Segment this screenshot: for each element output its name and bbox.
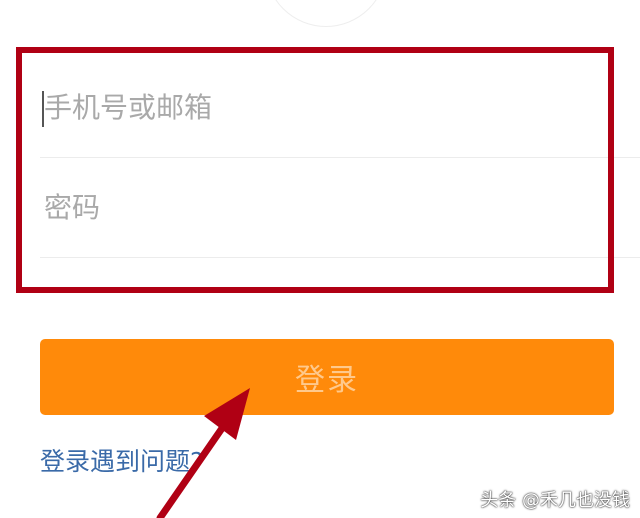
login-button[interactable]: 登录 <box>40 339 614 415</box>
phone-email-field-row <box>40 58 640 158</box>
password-input[interactable] <box>40 158 600 257</box>
watermark: 头条 @禾几也没钱 <box>480 490 630 511</box>
avatar <box>265 0 387 27</box>
password-field-row <box>40 158 640 258</box>
phone-email-input[interactable] <box>40 58 600 157</box>
login-form <box>40 58 640 258</box>
login-help-link[interactable]: 登录遇到问题? <box>40 442 203 478</box>
